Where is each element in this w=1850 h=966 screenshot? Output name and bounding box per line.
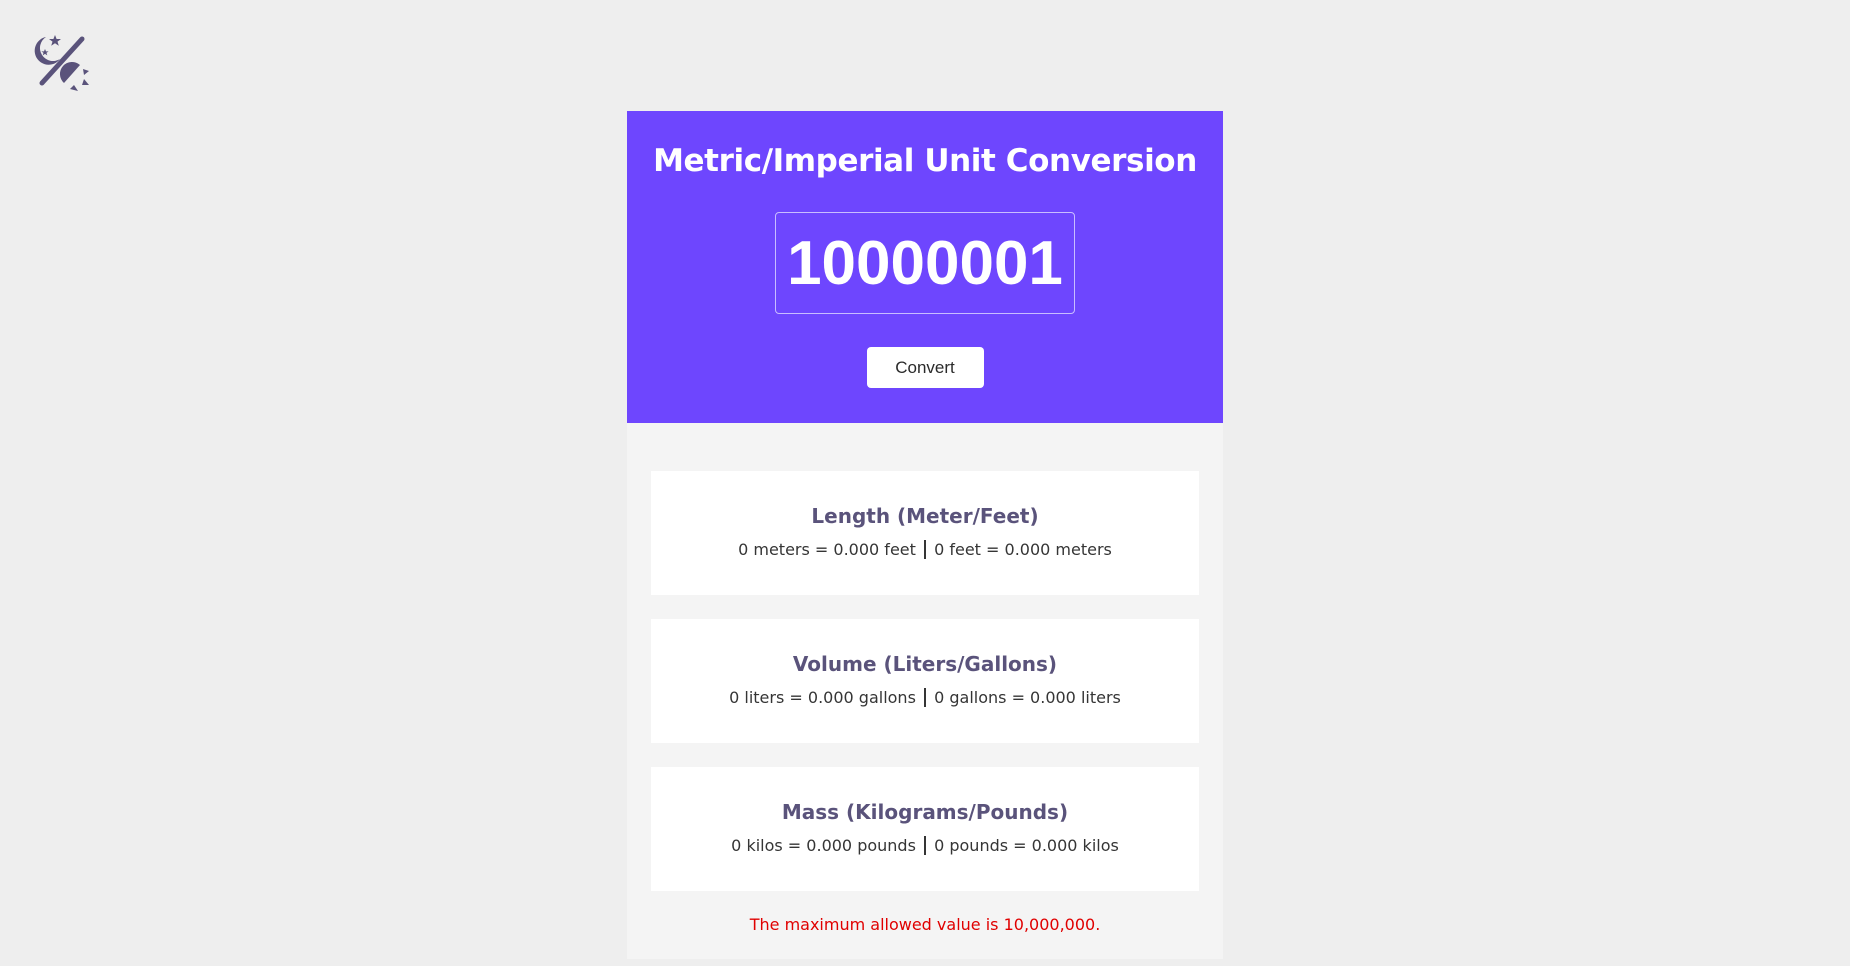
volume-reverse: 0 gallons = 0.000 liters (934, 688, 1121, 707)
length-result: 0 meters = 0.000 feet 0 feet = 0.000 met… (651, 540, 1199, 559)
length-reverse: 0 feet = 0.000 meters (934, 540, 1112, 559)
page-title: Metric/Imperial Unit Conversion (653, 143, 1197, 179)
mass-title: Mass (Kilograms/Pounds) (781, 800, 1069, 824)
mass-forward: 0 kilos = 0.000 pounds (731, 836, 916, 855)
convert-button[interactable]: Convert (866, 347, 984, 388)
divider (924, 688, 926, 707)
length-card: Length (Meter/Feet) 0 meters = 0.000 fee… (651, 471, 1199, 595)
mass-reverse: 0 pounds = 0.000 kilos (934, 836, 1119, 855)
divider (924, 836, 926, 855)
volume-result: 0 liters = 0.000 gallons 0 gallons = 0.0… (651, 688, 1199, 707)
moon-sun-toggle-icon (34, 33, 90, 91)
converter-app: Metric/Imperial Unit Conversion Convert … (627, 111, 1223, 959)
value-input[interactable] (775, 212, 1075, 314)
results-section: Length (Meter/Feet) 0 meters = 0.000 fee… (627, 423, 1223, 934)
volume-card: Volume (Liters/Gallons) 0 liters = 0.000… (651, 619, 1199, 743)
volume-forward: 0 liters = 0.000 gallons (729, 688, 916, 707)
error-message: The maximum allowed value is 10,000,000. (749, 915, 1101, 934)
mass-result: 0 kilos = 0.000 pounds 0 pounds = 0.000 … (651, 836, 1199, 855)
length-forward: 0 meters = 0.000 feet (738, 540, 916, 559)
divider (924, 540, 926, 559)
mass-card: Mass (Kilograms/Pounds) 0 kilos = 0.000 … (651, 767, 1199, 891)
length-title: Length (Meter/Feet) (811, 504, 1039, 528)
hero-section: Metric/Imperial Unit Conversion Convert (627, 111, 1223, 423)
volume-title: Volume (Liters/Gallons) (792, 652, 1058, 676)
theme-toggle-button[interactable] (34, 33, 90, 91)
